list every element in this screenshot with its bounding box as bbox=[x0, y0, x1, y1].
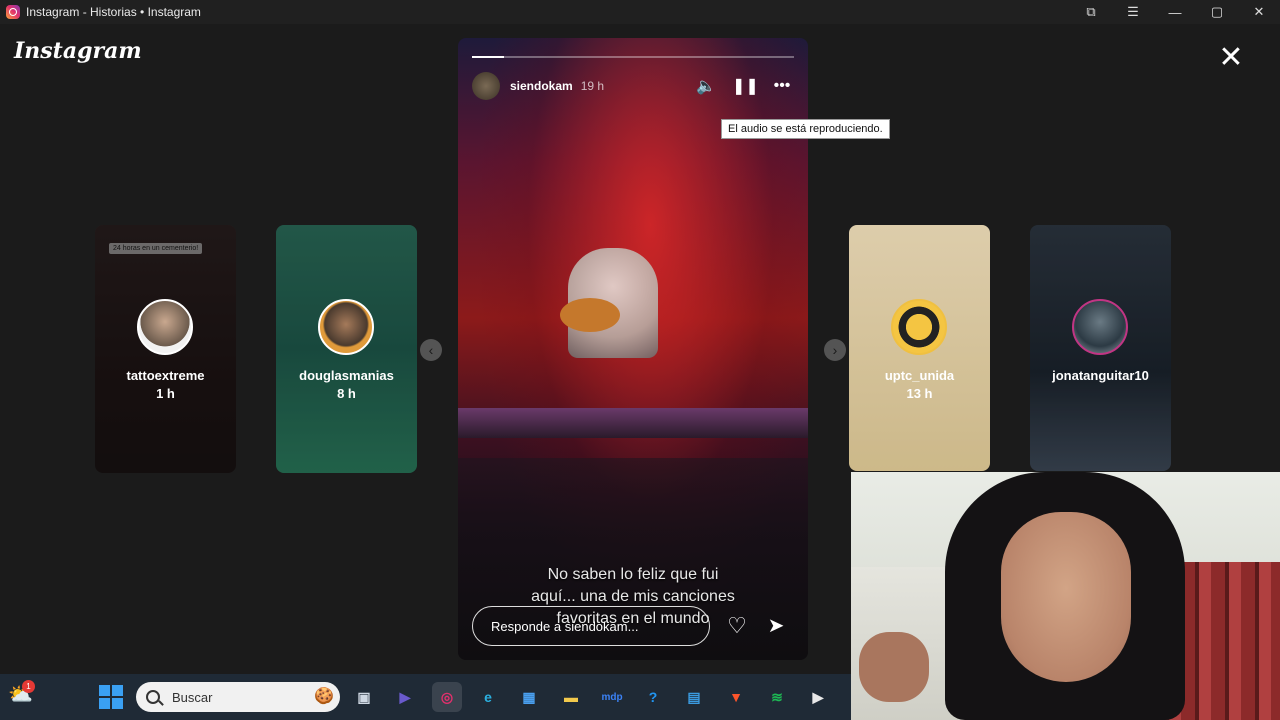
close-window-button[interactable]: ✕ bbox=[1238, 0, 1280, 24]
search-icon bbox=[146, 690, 160, 704]
instagram-logo[interactable]: Instagram bbox=[14, 38, 142, 64]
taskbar-mdp-icon[interactable]: mdp bbox=[597, 682, 627, 712]
story-progress-bar bbox=[472, 56, 794, 58]
taskbar-help-icon[interactable]: ? bbox=[638, 682, 668, 712]
notification-badge: 1 bbox=[22, 680, 35, 693]
preview-username: douglasmanias bbox=[299, 368, 394, 383]
pause-icon[interactable]: ❚❚ bbox=[732, 76, 759, 96]
window-title: Instagram - Historias • Instagram bbox=[26, 5, 201, 19]
preview-username: uptc_unida bbox=[884, 368, 955, 383]
story-age: 19 h bbox=[580, 79, 605, 93]
avatar bbox=[1072, 299, 1128, 355]
preview-time: 1 h bbox=[156, 386, 175, 401]
avatar bbox=[137, 299, 193, 355]
avatar bbox=[318, 299, 374, 355]
taskbar-spotify-icon[interactable]: ≋ bbox=[762, 682, 792, 712]
audio-tooltip: El audio se está reproduciendo. bbox=[721, 119, 890, 139]
start-button[interactable] bbox=[99, 685, 123, 709]
extensions-icon[interactable]: ⧉ bbox=[1070, 0, 1112, 24]
taskbar-edge-icon[interactable]: e bbox=[473, 682, 503, 712]
person-hand-image bbox=[859, 632, 929, 702]
avatar[interactable] bbox=[472, 72, 500, 100]
menu-icon[interactable]: ☰ bbox=[1112, 0, 1154, 24]
mute-icon[interactable]: 🔈 bbox=[694, 76, 718, 96]
person-face-image bbox=[1001, 512, 1131, 682]
search-highlight-icon: 🍪 bbox=[314, 688, 334, 705]
taskbar-search[interactable]: Buscar 🍪 bbox=[136, 682, 340, 712]
taskbar-explorer-icon[interactable]: ▬ bbox=[556, 682, 586, 712]
taskbar-player-icon[interactable]: ▶ bbox=[803, 682, 833, 712]
story-preview-douglasmanias[interactable]: douglasmanias 8 h bbox=[276, 225, 417, 473]
maximize-button[interactable]: ▢ bbox=[1196, 0, 1238, 24]
taskbar-brave-icon[interactable]: ▼ bbox=[721, 682, 751, 712]
search-label: Buscar bbox=[172, 689, 213, 705]
avatar bbox=[891, 299, 947, 355]
taskbar-store-icon[interactable]: ▦ bbox=[514, 682, 544, 712]
taskbar-task-view-icon[interactable]: ▣ bbox=[349, 682, 379, 712]
taskbar-notes-icon[interactable]: ▤ bbox=[679, 682, 709, 712]
instagram-app-icon bbox=[6, 5, 20, 19]
story-username[interactable]: siendokam bbox=[510, 79, 573, 93]
preview-username: tattoextreme bbox=[126, 368, 205, 383]
stage-image bbox=[458, 408, 808, 438]
taskbar-instagram-icon[interactable]: ◎ bbox=[432, 682, 462, 712]
previous-story-arrow[interactable]: ‹ bbox=[420, 339, 442, 361]
story-preview-tattoextreme[interactable]: 24 horas en un cementerio! tattoextreme … bbox=[95, 225, 236, 473]
story-progress-fill bbox=[472, 56, 505, 58]
preview-time: 8 h bbox=[337, 386, 356, 401]
story-header: siendokam 19 h 🔈 ❚❚ ••• bbox=[472, 70, 794, 102]
caption-line: No saben lo feliz que fui bbox=[547, 566, 719, 583]
title-bar: Instagram - Historias • Instagram ⧉ ☰ — … bbox=[0, 0, 1280, 24]
story-actions: 🔈 ❚❚ ••• bbox=[694, 70, 794, 102]
webcam-overlay bbox=[851, 472, 1280, 720]
taskbar-meet-icon[interactable]: ▶ bbox=[390, 682, 420, 712]
send-icon[interactable]: ➤ bbox=[763, 614, 789, 640]
reply-bar: Responde a siendokam... ♡ ➤ bbox=[472, 606, 790, 646]
more-options-icon[interactable]: ••• bbox=[770, 77, 794, 95]
next-story-arrow[interactable]: › bbox=[824, 339, 846, 361]
preview-time: 13 h bbox=[906, 386, 933, 401]
close-stories-button[interactable]: ✕ bbox=[1216, 43, 1246, 74]
like-icon[interactable]: ♡ bbox=[724, 614, 750, 640]
window-controls: ⧉ ☰ — ▢ ✕ bbox=[1070, 0, 1280, 24]
reply-input[interactable]: Responde a siendokam... bbox=[472, 606, 710, 646]
story-preview-jonatanguitar10[interactable]: jonatanguitar10 bbox=[1030, 225, 1171, 471]
guitar-image bbox=[560, 298, 620, 332]
caption-line: aquí... una de mis canciones bbox=[531, 588, 735, 605]
story-preview-uptc-unida[interactable]: uptc_unida 13 h bbox=[849, 225, 990, 471]
preview-username: jonatanguitar10 bbox=[1052, 368, 1149, 383]
minimize-button[interactable]: — bbox=[1154, 0, 1196, 24]
